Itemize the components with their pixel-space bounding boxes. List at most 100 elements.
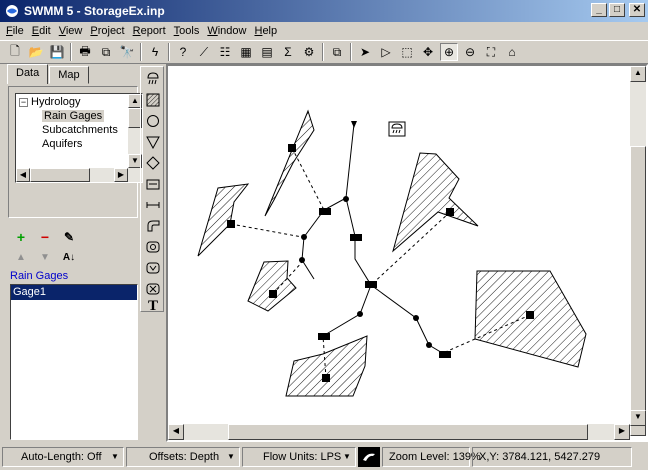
tree-item-rain-gages[interactable]: Rain Gages [42,109,105,123]
zoom-out-icon[interactable]: ⊖ [461,43,479,61]
tab-data[interactable]: Data [7,64,49,84]
delete-object-icon[interactable]: − [36,228,54,246]
tree-item-aquifers[interactable]: Aquifers [42,137,82,151]
print-icon[interactable]: 🖶 [76,43,94,61]
hscroll-thumb[interactable] [30,168,90,182]
maximize-button[interactable]: □ [609,3,625,17]
zoom-level-text: Zoom Level: 139% [389,451,481,463]
minimize-button[interactable]: _ [591,3,607,17]
options-icon[interactable]: ⚙ [300,43,318,61]
add-label-icon[interactable]: T [143,297,163,316]
tree-item-subcatchments[interactable]: Subcatchments [42,123,118,137]
subcatchment[interactable] [247,260,297,312]
subcatchment[interactable] [264,109,315,217]
pan-icon[interactable]: ✥ [419,43,437,61]
map-scroll-up-arrow-icon[interactable]: ▲ [630,66,646,82]
data-tree-frame: − Hydrology Rain Gages Subcatchments Aquifer… [8,86,143,218]
map-hscroll-thumb[interactable] [228,424,588,440]
add-junction-icon[interactable] [143,111,163,130]
subcatchment[interactable] [197,183,250,257]
menu-edit[interactable]: Edit [30,25,57,37]
measure-icon[interactable]: ⌂ [503,43,521,61]
select-vertex-icon[interactable]: ▷ [377,43,395,61]
copy-icon[interactable]: ⧉ [97,43,115,61]
add-conduit-icon[interactable] [143,195,163,214]
object-category-label: Rain Gages [10,270,69,282]
time-series-plot-icon[interactable]: ☷ [216,43,234,61]
dropdown-arrow-icon[interactable]: ▼ [109,450,121,464]
add-outfall-icon[interactable] [143,132,163,151]
collapse-icon[interactable]: − [19,97,28,107]
table-icon[interactable]: ▤ [258,43,276,61]
offsets-dropdown[interactable]: Offsets: Depth ▼ [126,447,240,467]
scroll-right-arrow-icon[interactable]: ▶ [114,168,128,182]
toolbar-separator [322,43,324,61]
scatter-plot-icon[interactable]: ▦ [237,43,255,61]
menu-help[interactable]: Help [252,25,283,37]
storage-units[interactable] [318,208,451,358]
rain-gage-icon[interactable] [388,121,406,137]
menu-window[interactable]: Window [205,25,252,37]
add-orifice-icon[interactable] [143,237,163,256]
tab-map[interactable]: Map [49,66,89,84]
select-object-icon[interactable]: ➤ [356,43,374,61]
arrange-windows-icon[interactable]: ⧉ [328,43,346,61]
statistics-icon[interactable]: Σ [279,43,297,61]
menu-file[interactable]: File [4,25,30,37]
browser-tools: + − ✎ ▲ ▼ A↓ [8,222,138,268]
map-vertical-scrollbar[interactable]: ▲ ▼ [630,66,646,436]
sort-az-icon[interactable]: A↓ [60,248,78,266]
auto-length-dropdown[interactable]: Auto-Length: Off ▼ [2,447,124,467]
profile-plot-icon[interactable]: ⟋ [195,43,213,61]
menu-view[interactable]: View [57,25,89,37]
subcatchment[interactable] [392,152,479,253]
map-scroll-right-arrow-icon[interactable]: ▶ [614,424,630,440]
dropdown-arrow-icon[interactable]: ▼ [225,450,237,464]
zoom-in-icon[interactable]: ⊕ [440,43,458,61]
full-extent-icon[interactable]: ⛶ [482,43,500,61]
dropdown-arrow-icon[interactable]: ▼ [341,450,353,464]
find-icon[interactable]: 🔭 [118,43,136,61]
map-scroll-down-arrow-icon[interactable]: ▼ [630,410,646,426]
new-icon[interactable]: 🗋 [6,43,24,61]
object-list-item[interactable]: Gage1 [11,285,137,300]
add-rain-gage-icon[interactable] [143,69,163,88]
edit-object-icon[interactable]: ✎ [60,228,78,246]
open-icon[interactable]: 📂 [27,43,45,61]
outfall[interactable] [351,121,357,128]
zoom-level: Zoom Level: 139% [382,447,481,467]
move-up-icon[interactable]: ▲ [12,248,30,266]
object-toolbar: T [140,66,164,314]
add-outlet-icon[interactable] [143,279,163,298]
map-vscroll-thumb[interactable] [630,146,646,436]
select-region-icon[interactable]: ⬚ [398,43,416,61]
xy-coordinates-text: X,Y: 3784.121, 5427.279 [479,451,601,463]
subcatchment[interactable] [285,335,368,397]
add-divider-icon[interactable] [143,153,163,172]
map-scroll-left-arrow-icon[interactable]: ◀ [168,424,184,440]
menu-bar: File Edit View Project Report Tools Window Help [0,22,648,40]
tree-horizontal-scrollbar[interactable]: ◀ ▶ [16,168,142,182]
map-canvas[interactable] [168,66,630,426]
study-area-map[interactable]: ▲ ▼ ◀ ▶ [166,64,648,442]
offsets-label: Offsets: Depth [149,451,220,463]
add-storage-unit-icon[interactable] [143,174,163,193]
run-icon[interactable]: ϟ [146,43,164,61]
close-button[interactable]: ✕ [629,3,645,17]
scroll-left-arrow-icon[interactable]: ◀ [16,168,30,182]
tree-item-label: Hydrology [31,96,81,108]
save-icon[interactable]: 💾 [48,43,66,61]
menu-project[interactable]: Project [88,25,130,37]
tree-item-hydrology[interactable]: − Hydrology [19,95,81,109]
query-icon[interactable]: ? [174,43,192,61]
flow-units-dropdown[interactable]: Flow Units: LPS ▼ [242,447,356,467]
add-pump-icon[interactable] [143,216,163,235]
menu-report[interactable]: Report [131,25,172,37]
add-weir-icon[interactable] [143,258,163,277]
subcatchment[interactable] [474,270,587,368]
move-down-icon[interactable]: ▼ [36,248,54,266]
map-horizontal-scrollbar[interactable]: ◀ ▶ [168,424,630,440]
add-subcatchment-icon[interactable] [143,90,163,109]
add-object-icon[interactable]: + [12,228,30,246]
menu-tools[interactable]: Tools [172,25,206,37]
